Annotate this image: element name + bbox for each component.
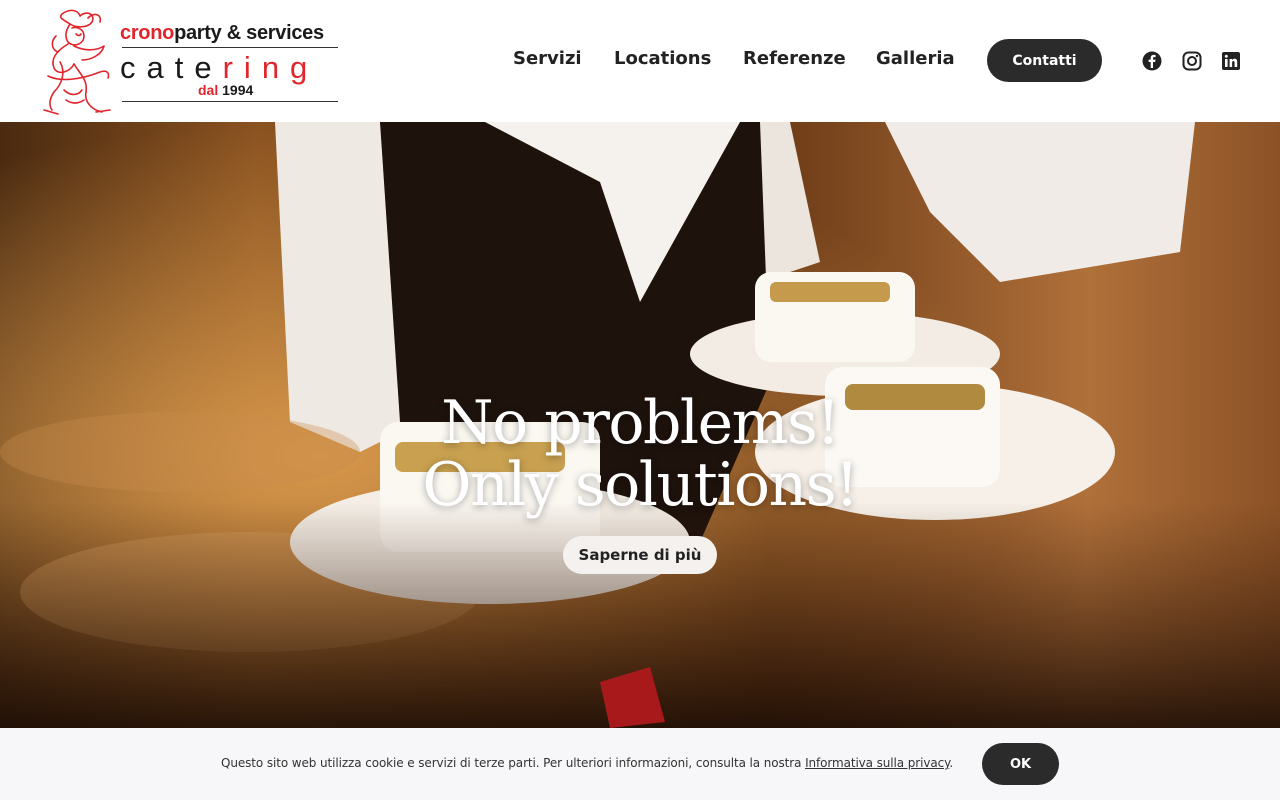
hero-title-line2: Only solutions! xyxy=(422,450,859,520)
nav-locations[interactable]: Locations xyxy=(614,48,711,69)
logo-since: dal 1994 xyxy=(198,82,253,98)
facebook-icon[interactable] xyxy=(1142,51,1162,71)
nav-referenze[interactable]: Referenze xyxy=(743,48,846,69)
logo-party-services-text: party & services xyxy=(174,22,324,44)
logo-tagline: cronoparty & services xyxy=(120,22,324,45)
nav-galleria[interactable]: Galleria xyxy=(876,48,955,69)
chef-figure-logo-icon xyxy=(43,9,111,115)
logo-ring-text: ring xyxy=(222,50,319,85)
logo[interactable]: cronoparty & services catering dal 1994 xyxy=(40,6,340,118)
logo-catering: catering xyxy=(120,50,318,86)
site-header: cronoparty & services catering dal 1994 … xyxy=(0,0,1280,122)
cookie-message: Questo sito web utilizza cookie e serviz… xyxy=(221,756,953,770)
logo-cate-text: cate xyxy=(120,50,223,85)
cookie-text: Questo sito web utilizza cookie e serviz… xyxy=(221,756,806,770)
nav-servizi[interactable]: Servizi xyxy=(513,48,582,69)
saperne-di-piu-button[interactable]: Saperne di più xyxy=(563,536,717,574)
logo-crono-text: crono xyxy=(120,22,175,44)
logo-year-text: 1994 xyxy=(222,82,254,98)
linkedin-icon[interactable] xyxy=(1221,51,1241,71)
cookie-banner: Questo sito web utilizza cookie e serviz… xyxy=(0,728,1280,800)
logo-rule-bottom xyxy=(122,101,338,102)
cookie-text-end: . xyxy=(949,756,954,770)
logo-rule-top xyxy=(122,47,338,48)
cookie-ok-button[interactable]: OK xyxy=(982,743,1059,785)
contatti-button[interactable]: Contatti xyxy=(987,39,1102,82)
hero-section: No problems! Only solutions! Saperne di … xyxy=(0,122,1280,728)
privacy-policy-link[interactable]: Informativa sulla privacy xyxy=(805,756,949,770)
hero-title: No problems! Only solutions! xyxy=(0,392,1280,516)
logo-dal-text: dal xyxy=(198,82,219,98)
hero-title-line1: No problems! xyxy=(441,388,840,458)
instagram-icon[interactable] xyxy=(1182,51,1202,71)
